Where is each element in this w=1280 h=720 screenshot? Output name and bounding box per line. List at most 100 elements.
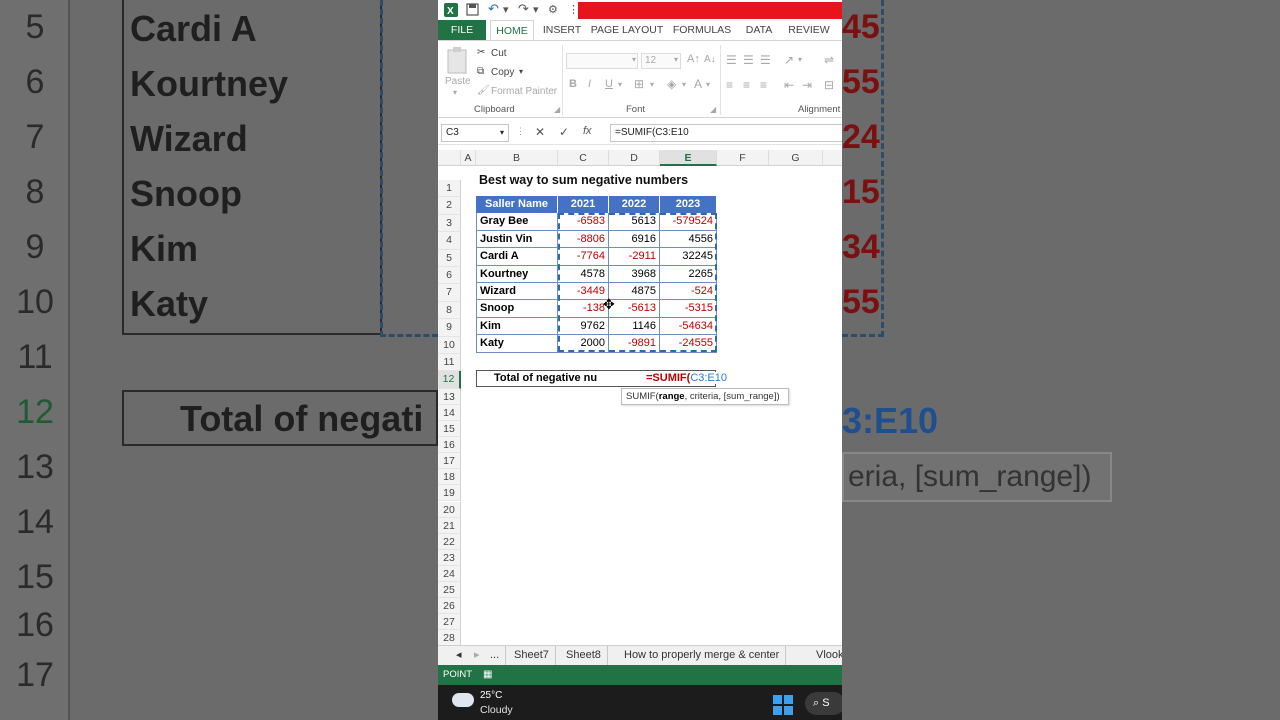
font-launcher-icon[interactable]: ◢ (710, 105, 716, 114)
table-name-cell[interactable]: Katy (476, 335, 558, 353)
cut-icon[interactable]: ✂ (477, 47, 485, 58)
column-header-a[interactable]: A (461, 150, 476, 166)
taskbar-search[interactable]: ⌕ S (805, 692, 842, 715)
table-name-cell[interactable]: Gray Bee (476, 213, 558, 231)
align-top-icon[interactable]: ☰ (726, 53, 737, 67)
row-header[interactable]: 21 (438, 517, 461, 534)
increase-indent-icon[interactable]: ⇥ (802, 78, 812, 92)
table-name-cell[interactable]: Snoop (476, 300, 558, 318)
sheet-tab-more[interactable]: ... (484, 646, 507, 666)
bold-button[interactable]: B (569, 78, 577, 90)
align-left-icon[interactable]: ≡ (726, 78, 733, 92)
row-header[interactable]: 27 (438, 614, 461, 631)
row-header[interactable]: 23 (438, 549, 461, 566)
scroll-left-icon[interactable]: ◂ (450, 646, 468, 666)
table-header-cell[interactable]: 2023 (660, 196, 717, 214)
wrap-text-icon[interactable]: ⇌ (824, 53, 834, 67)
row-header[interactable]: 17 (438, 453, 461, 470)
fill-color-dropdown-icon[interactable]: ▾ (682, 80, 686, 89)
paste-dropdown-icon[interactable]: ▾ (453, 88, 457, 97)
redo-dropdown-icon[interactable]: ▾ (533, 3, 539, 16)
underline-button[interactable]: U (605, 78, 613, 90)
row-header[interactable]: 18 (438, 469, 461, 486)
column-header-g[interactable]: G (769, 150, 823, 166)
font-color-dropdown-icon[interactable]: ▾ (706, 80, 710, 89)
paste-label[interactable]: Paste (445, 76, 471, 87)
clipboard-launcher-icon[interactable]: ◢ (554, 105, 560, 114)
borders-icon[interactable]: ⊞ (634, 77, 644, 91)
windows-start-icon[interactable] (773, 695, 793, 715)
row-header[interactable]: 12 (438, 371, 461, 389)
align-right-icon[interactable]: ≡ (760, 78, 767, 92)
borders-dropdown-icon[interactable]: ▾ (650, 80, 654, 89)
format-painter-icon[interactable]: 🖌 (477, 85, 490, 96)
orientation-icon[interactable]: ↗ (784, 53, 794, 67)
name-box-dropdown-icon[interactable]: ▾ (500, 125, 504, 141)
row-header[interactable]: 28 (438, 630, 461, 647)
tab-formulas[interactable]: FORMULAS (670, 20, 734, 41)
sheet-tab-vlookup[interactable]: Vlook (810, 646, 842, 666)
underline-dropdown-icon[interactable]: ▾ (618, 80, 622, 89)
copy-button[interactable]: Copy (491, 67, 514, 78)
copy-dropdown-icon[interactable]: ▾ (519, 67, 523, 76)
column-header-b[interactable]: B (476, 150, 558, 166)
column-header-f[interactable]: F (717, 150, 769, 166)
align-middle-icon[interactable]: ☰ (743, 53, 754, 67)
sheet-tab-merge-center[interactable]: How to properly merge & center (618, 646, 787, 666)
row-header[interactable]: 1 (438, 180, 461, 198)
tab-file[interactable]: FILE (438, 20, 486, 41)
cancel-icon[interactable]: ✕ (535, 125, 545, 139)
row-header[interactable]: 15 (438, 421, 461, 438)
font-name-select[interactable] (566, 53, 638, 69)
row-header[interactable]: 25 (438, 582, 461, 599)
name-box[interactable]: C3 ▾ (441, 124, 509, 142)
shrink-font-icon[interactable]: A↓ (704, 54, 716, 65)
grow-font-icon[interactable]: A↑ (687, 53, 700, 65)
table-name-cell[interactable]: Justin Vin (476, 230, 558, 249)
row-header[interactable]: 19 (438, 485, 461, 502)
row-header[interactable]: 16 (438, 437, 461, 454)
row-header[interactable]: 13 (438, 388, 461, 405)
merge-center-icon[interactable]: ⊟ (824, 78, 834, 92)
macro-recording-icon[interactable]: ▦ (483, 665, 492, 685)
row-header[interactable]: 14 (438, 404, 461, 421)
sheet-tab-sheet8[interactable]: Sheet8 (560, 646, 608, 666)
row-header[interactable]: 3 (438, 214, 461, 233)
row-header[interactable]: 26 (438, 598, 461, 615)
table-name-cell[interactable]: Kim (476, 317, 558, 336)
row-header[interactable]: 9 (438, 319, 461, 337)
decrease-indent-icon[interactable]: ⇤ (784, 78, 794, 92)
row-header[interactable]: 20 (438, 501, 461, 518)
row-header[interactable]: 2 (438, 197, 461, 215)
tab-home[interactable]: HOME (490, 20, 534, 41)
copy-icon[interactable]: ⧉ (477, 66, 484, 77)
column-header-e[interactable]: E (660, 150, 717, 166)
row-header[interactable]: 5 (438, 249, 461, 267)
enter-icon[interactable]: ✓ (559, 125, 569, 139)
row-header[interactable]: 10 (438, 336, 461, 354)
tab-insert[interactable]: INSERT (540, 20, 584, 41)
orientation-dropdown-icon[interactable]: ▾ (798, 55, 802, 64)
fill-color-icon[interactable]: ◈ (667, 77, 676, 91)
scroll-right-icon[interactable]: ▸ (468, 646, 486, 666)
undo-icon[interactable]: ↶ (488, 1, 499, 17)
font-size-dropdown-icon[interactable]: ▾ (674, 55, 678, 64)
tab-review[interactable]: REVIEW (784, 20, 834, 41)
column-header-d[interactable]: D (609, 150, 660, 166)
row-header[interactable]: 22 (438, 533, 461, 550)
customize-icon[interactable]: ⚙ (548, 3, 558, 16)
table-header-cell[interactable]: 2021 (558, 196, 609, 214)
italic-button[interactable]: I (588, 78, 591, 90)
select-all-corner[interactable] (438, 150, 461, 166)
cut-button[interactable]: Cut (491, 48, 507, 59)
weather-condition[interactable]: Cloudy (480, 704, 513, 716)
table-name-cell[interactable]: Cardi A (476, 248, 558, 266)
tab-page-layout[interactable]: PAGE LAYOUT (590, 20, 664, 41)
undo-dropdown-icon[interactable]: ▾ (503, 3, 509, 16)
formula-input[interactable]: =SUMIF(C3:E10 (610, 124, 842, 142)
table-header-cell[interactable]: Saller Name (476, 196, 558, 214)
format-painter-button[interactable]: Format Painter (491, 86, 557, 97)
redo-icon[interactable]: ↷ (518, 1, 529, 17)
column-header-c[interactable]: C (558, 150, 609, 166)
tab-data[interactable]: DATA (740, 20, 778, 41)
